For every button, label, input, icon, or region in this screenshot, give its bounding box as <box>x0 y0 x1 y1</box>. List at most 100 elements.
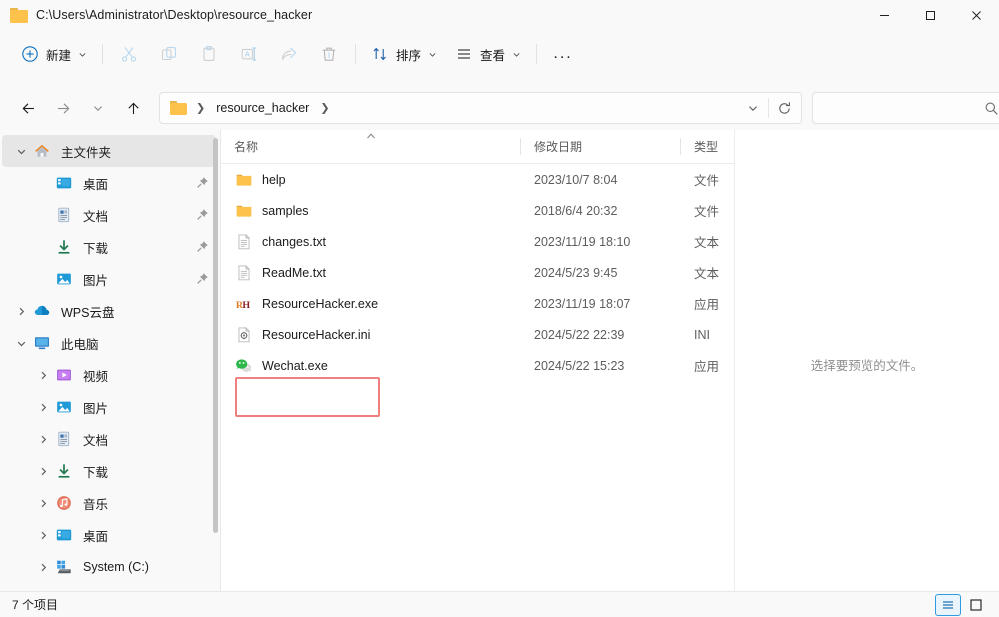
minimize-button[interactable] <box>861 0 907 30</box>
resource-hacker-icon: RH <box>234 294 253 313</box>
cloud-icon <box>32 301 52 321</box>
sidebar-item-13[interactable]: System (C:) <box>2 551 216 583</box>
sidebar-item-4[interactable]: 图片 <box>2 263 216 295</box>
window-controls <box>861 0 999 30</box>
sidebar-item-8[interactable]: 图片 <box>2 391 216 423</box>
sidebar-expand-toggle[interactable] <box>32 428 54 450</box>
table-row[interactable]: changes.txt 2023/11/19 18:10 文本 <box>221 226 734 257</box>
view-button[interactable]: 查看 <box>446 38 530 70</box>
sidebar-expand-toggle[interactable] <box>10 140 32 162</box>
sidebar-item-12[interactable]: 桌面 <box>2 519 216 551</box>
address-history-button[interactable] <box>738 94 768 122</box>
pin-icon <box>197 273 208 284</box>
sidebar-item-2[interactable]: 文档 <box>2 199 216 231</box>
copy-button[interactable] <box>149 38 189 70</box>
folder-icon <box>234 170 253 189</box>
forward-button[interactable] <box>47 92 79 124</box>
breadcrumb-item-resource-hacker[interactable]: resource_hacker <box>212 98 313 118</box>
sidebar-item-3[interactable]: 下载 <box>2 231 216 263</box>
sidebar-expand-toggle[interactable] <box>32 524 54 546</box>
sort-ascending-icon <box>367 132 375 138</box>
file-type-cell: 文本 <box>694 267 720 281</box>
sidebar-expand-toggle[interactable] <box>10 300 32 322</box>
share-button[interactable] <box>269 38 309 70</box>
sidebar-scrollbar[interactable] <box>210 130 220 617</box>
pin-indicator[interactable] <box>196 272 210 286</box>
chevron-right-icon <box>41 499 46 507</box>
file-type-cell: INI <box>694 327 710 342</box>
sidebar-item-1[interactable]: 桌面 <box>2 167 216 199</box>
table-row[interactable]: Wechat.exe 2024/5/22 15:23 应用 <box>221 350 734 381</box>
file-name-cell: R H ResourceHacker.exe <box>221 288 378 319</box>
file-date-cell: 2024/5/23 9:45 <box>534 265 618 280</box>
pictures-icon <box>57 273 71 285</box>
breadcrumb-separator-icon[interactable]: ❯ <box>313 101 336 114</box>
ini-file-icon <box>238 326 250 342</box>
item-count-label: 7 个项目 <box>12 598 59 612</box>
column-header-name[interactable]: 名称 <box>221 130 521 164</box>
search-input[interactable] <box>823 100 984 116</box>
share-icon <box>282 47 297 60</box>
address-bar-actions <box>738 94 799 122</box>
sidebar-item-10[interactable]: 下载 <box>2 455 216 487</box>
more-options-button[interactable]: ... <box>543 38 583 70</box>
search-box[interactable] <box>812 92 999 124</box>
cut-button[interactable] <box>109 38 149 70</box>
new-button[interactable]: 新建 <box>12 38 96 70</box>
toolbar-divider-3 <box>536 44 538 64</box>
table-row[interactable]: R H ResourceHacker.exe 2023/11/19 18:07 应用 <box>221 288 734 319</box>
sidebar-item-0[interactable]: 主文件夹 <box>2 135 216 167</box>
address-bar[interactable]: ❯ resource_hacker ❯ <box>159 92 802 124</box>
close-button[interactable] <box>953 0 999 30</box>
back-button[interactable] <box>12 92 44 124</box>
view-button-label: 查看 <box>480 48 506 63</box>
arrow-right-icon <box>57 102 69 114</box>
sort-button[interactable]: 排序 <box>362 38 446 70</box>
file-name-label: ReadMe.txt <box>262 265 326 280</box>
file-name-cell: help <box>221 164 286 195</box>
home-icon <box>35 145 49 157</box>
downloads-icon <box>58 464 70 478</box>
sidebar-expand-toggle[interactable] <box>10 332 32 354</box>
table-row[interactable]: ResourceHacker.ini 2024/5/22 22:39 INI <box>221 319 734 350</box>
toolbar-divider-2 <box>355 44 357 64</box>
sidebar-scrollbar-thumb[interactable] <box>213 138 218 533</box>
recent-locations-button[interactable] <box>82 92 114 124</box>
sidebar-expand-toggle[interactable] <box>32 364 54 386</box>
rename-button[interactable]: A <box>229 38 269 70</box>
large-icons-view-toggle[interactable] <box>963 594 989 616</box>
paste-button[interactable] <box>189 38 229 70</box>
file-list-pane: 名称 修改日期 类型 help 2023/10/7 8:04 文件 samples 20… <box>221 130 734 617</box>
documents-icon <box>58 207 70 223</box>
maximize-button[interactable] <box>907 0 953 30</box>
sidebar-item-11[interactable]: 音乐 <box>2 487 216 519</box>
folder-icon <box>234 201 253 220</box>
sidebar-expand-toggle[interactable] <box>32 396 54 418</box>
file-name-label: changes.txt <box>262 234 326 249</box>
column-header-type[interactable]: 类型 <box>681 130 734 164</box>
pin-indicator[interactable] <box>196 208 210 222</box>
table-row[interactable]: samples 2018/6/4 20:32 文件 <box>221 195 734 226</box>
sidebar-item-7[interactable]: 视频 <box>2 359 216 391</box>
sidebar-item-5[interactable]: WPS云盘 <box>2 295 216 327</box>
explorer-body: 主文件夹 桌面 文档 下载 图片 WPS云盘 此电脑 视频 图片 文档 下载 音乐 桌面 System (… <box>0 130 999 617</box>
sidebar-expand-toggle[interactable] <box>32 492 54 514</box>
sidebar-item-6[interactable]: 此电脑 <box>2 327 216 359</box>
sidebar-expand-toggle[interactable] <box>32 556 54 578</box>
refresh-button[interactable] <box>769 94 799 122</box>
arrow-left-icon <box>22 102 34 114</box>
pin-indicator[interactable] <box>196 176 210 190</box>
up-button[interactable] <box>117 92 149 124</box>
table-row[interactable]: help 2023/10/7 8:04 文件 <box>221 164 734 195</box>
ini-file-icon <box>234 325 253 344</box>
sidebar-expand-toggle[interactable] <box>32 460 54 482</box>
sort-button-label: 排序 <box>396 48 422 63</box>
details-view-toggle[interactable] <box>935 593 961 616</box>
delete-button[interactable] <box>309 38 349 70</box>
sidebar-item-9[interactable]: 文档 <box>2 423 216 455</box>
column-header-date-modified[interactable]: 修改日期 <box>521 130 681 164</box>
status-bar: 7 个项目 <box>0 591 999 617</box>
chevron-right-icon <box>41 467 46 475</box>
pin-indicator[interactable] <box>196 240 210 254</box>
table-row[interactable]: ReadMe.txt 2024/5/23 9:45 文本 <box>221 257 734 288</box>
